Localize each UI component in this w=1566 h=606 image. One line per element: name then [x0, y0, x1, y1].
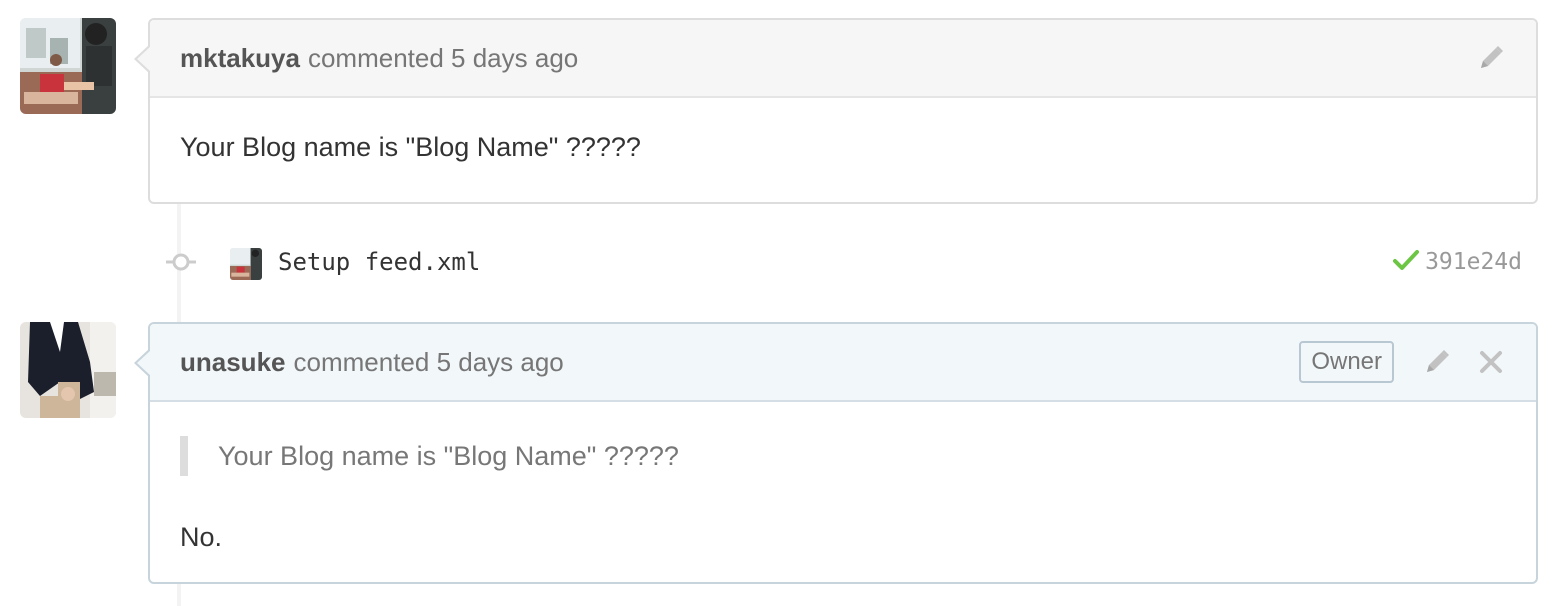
- commit-sha-link[interactable]: 391e24d: [1425, 246, 1522, 278]
- avatar-mktakuya[interactable]: [20, 18, 116, 114]
- edit-pencil-icon[interactable]: [1420, 345, 1454, 379]
- owner-badge: Owner: [1299, 341, 1394, 383]
- commit-row: Setup feed.xml 391e24d: [0, 232, 1566, 292]
- git-commit-icon: [166, 253, 196, 271]
- comment-header: mktakuya commented 5 days ago: [150, 20, 1536, 98]
- delete-close-icon[interactable]: [1474, 345, 1508, 379]
- quoted-reply: Your Blog name is "Blog Name" ?????: [180, 436, 1506, 476]
- commit-author-avatar[interactable]: [230, 248, 262, 280]
- comment-author[interactable]: mktakuya: [180, 43, 300, 74]
- comment-pointer: [134, 348, 151, 378]
- comment-text: No.: [180, 522, 223, 552]
- comment-timestamp[interactable]: commented 5 days ago: [308, 43, 578, 74]
- comment-actions: [1474, 20, 1508, 96]
- commit-status: 391e24d: [1393, 246, 1522, 278]
- comment-timestamp[interactable]: commented 5 days ago: [294, 347, 564, 378]
- comment-actions: Owner: [1299, 324, 1508, 400]
- discussion-timeline: mktakuya commented 5 days ago Your Blog …: [0, 0, 1566, 606]
- comment-body: Your Blog name is "Blog Name" ?????: [150, 98, 1536, 197]
- check-icon[interactable]: [1393, 248, 1420, 277]
- avatar-unasuke[interactable]: [20, 322, 116, 418]
- comment-header: unasuke commented 5 days ago Owner: [150, 324, 1536, 402]
- commit-message-link[interactable]: Setup feed.xml: [278, 246, 480, 278]
- edit-pencil-icon[interactable]: [1474, 41, 1508, 75]
- comment-body: Your Blog name is "Blog Name" ????? No.: [150, 402, 1536, 587]
- comment-card: unasuke commented 5 days ago Owner Your …: [134, 322, 1538, 587]
- comment-pointer: [134, 44, 151, 74]
- comment-card: mktakuya commented 5 days ago Your Blog …: [134, 18, 1538, 204]
- comment-text: Your Blog name is "Blog Name" ?????: [180, 132, 641, 162]
- comment-author[interactable]: unasuke: [180, 347, 286, 378]
